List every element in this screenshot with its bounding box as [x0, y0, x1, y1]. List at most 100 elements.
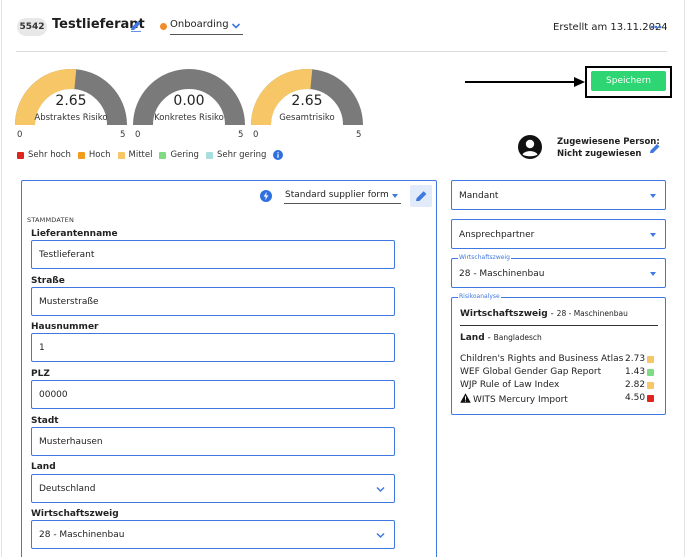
risk-index-name-wrap: WITS Mercury Import — [460, 393, 568, 405]
supplier-name-input[interactable]: Testlieferant — [31, 240, 395, 269]
street-input[interactable]: Musterstraße — [31, 287, 395, 316]
form-template-select[interactable]: Standard supplier form — [284, 188, 401, 204]
risk-index-value: 2.82 — [625, 380, 646, 390]
field-label-country: Land — [31, 462, 56, 472]
industry-select[interactable]: 28 - Maschinenbau — [31, 520, 395, 549]
zip-input[interactable]: 00000 — [31, 380, 395, 409]
lightning-icon[interactable] — [260, 190, 272, 202]
gauge-value: 2.65 — [55, 93, 87, 109]
legend-swatch — [77, 151, 85, 159]
gauge-abstract-risk: 2.65 Abstraktes Risiko — [15, 67, 127, 125]
more-options-icon[interactable] — [650, 24, 662, 30]
save-button[interactable]: Speichern — [591, 71, 666, 91]
city-input[interactable]: Musterhausen — [31, 427, 395, 456]
field-label-name: Lieferantenname — [31, 229, 118, 239]
risk-country-line: Land - Bangladesch — [460, 333, 542, 343]
legend-label: Hoch — [88, 150, 111, 160]
legend-swatch — [117, 151, 125, 159]
industry-value: 28 - Maschinenbau — [459, 269, 545, 279]
field-value: Musterstraße — [39, 297, 99, 307]
gauge-total-risk: 2.65 Gesamtrisiko — [251, 67, 363, 125]
risk-industry-title: Wirtschaftszweig — [460, 309, 548, 319]
assigned-person-title: Zugewiesene Person: — [557, 137, 660, 147]
status-color-dot — [160, 23, 167, 30]
risk-index-row: Children's Rights and Business Atlas 2.7… — [460, 354, 660, 366]
assigned-person-value: Nicht zugewiesen — [557, 149, 642, 159]
risk-industry-detail: 28 - Maschinenbau — [556, 309, 628, 318]
gauge-max: 5 — [356, 130, 362, 140]
gauge-value: 2.65 — [291, 93, 323, 109]
legend-label: Sehr gering — [216, 150, 267, 160]
section-title-stammdaten: STAMMDATEN — [27, 216, 75, 224]
legend-swatch — [205, 151, 213, 159]
field-value: Testlieferant — [39, 250, 95, 260]
form-template-value: Standard supplier form — [285, 190, 389, 200]
risk-analysis-label: Risikoanalyse — [458, 293, 501, 300]
field-value: Deutschland — [39, 484, 96, 494]
info-icon[interactable] — [273, 150, 284, 160]
risk-index-row: WJP Rule of Law Index 2.82 — [460, 380, 660, 392]
industry-sector-select[interactable]: Wirtschaftszweig 28 - Maschinenbau — [451, 254, 666, 288]
status-value: Onboarding — [170, 19, 229, 30]
gauge-label: Abstraktes Risiko — [34, 113, 108, 123]
contact-person-placeholder: Ansprechpartner — [459, 230, 535, 240]
risk-index-name: WEF Global Gender Gap Report — [460, 367, 602, 377]
risk-index-value: 4.50 — [625, 393, 646, 403]
legend-item: Mittel — [117, 150, 153, 160]
gauge-min: 0 — [135, 130, 141, 140]
legend-item: Sehr hoch — [17, 150, 71, 160]
risk-index-value: 2.73 — [625, 354, 646, 364]
gauge-max: 5 — [120, 130, 126, 140]
field-label-city: Stadt — [31, 416, 59, 426]
caret-down-icon — [650, 194, 656, 198]
mandant-placeholder: Mandant — [459, 191, 499, 201]
risk-index-name: WITS Mercury Import — [473, 395, 568, 405]
risk-index-value: 1.43 — [625, 367, 646, 377]
gauge-min: 0 — [17, 130, 23, 140]
risk-index-swatch — [647, 382, 654, 389]
legend-item: Sehr gering — [205, 150, 267, 160]
edit-title-pencil-icon[interactable] — [129, 19, 143, 33]
risk-country-detail: Bangladesch — [493, 333, 542, 342]
user-avatar-icon — [518, 135, 542, 159]
gauge-label: Gesamtrisiko — [279, 113, 335, 123]
risk-industry-line: Wirtschaftszweig - 28 - Maschinenbau — [460, 309, 628, 319]
mandant-select[interactable]: Mandant — [451, 180, 666, 210]
house-number-input[interactable]: 1 — [31, 333, 395, 362]
caret-down-icon — [650, 233, 656, 237]
supplier-id-badge: 5542 — [17, 18, 47, 36]
gauge-max: 5 — [238, 130, 244, 140]
legend-item: Gering — [159, 150, 199, 160]
legend-label: Mittel — [128, 150, 153, 160]
country-select[interactable]: Deutschland — [31, 474, 395, 503]
field-value: 28 - Maschinenbau — [39, 530, 125, 540]
annotation-arrow-icon — [465, 77, 585, 87]
status-select[interactable]: Onboarding — [170, 17, 243, 35]
risk-index-row: WEF Global Gender Gap Report 1.43 — [460, 367, 660, 379]
legend-item: Hoch — [77, 150, 111, 160]
legend-swatch — [159, 151, 167, 159]
legend-label: Gering — [170, 150, 199, 160]
edit-form-button[interactable] — [410, 185, 432, 207]
industry-floating-label: Wirtschaftszweig — [458, 254, 511, 261]
gauge-concrete-risk: 0.00 Konkretes Risiko — [133, 67, 245, 125]
field-value: Musterhausen — [39, 437, 103, 447]
field-label-industry: Wirtschaftszweig — [31, 509, 119, 519]
caret-down-icon — [392, 194, 398, 198]
risk-analysis-box: Risikoanalyse Wirtschaftszweig - 28 - Ma… — [451, 293, 666, 415]
risk-index-swatch — [647, 356, 654, 363]
chevron-down-icon — [376, 532, 385, 539]
gauge-min: 0 — [253, 130, 259, 140]
legend-label: Sehr hoch — [28, 150, 71, 160]
field-value: 1 — [39, 343, 45, 353]
edit-assignee-pencil-icon[interactable] — [648, 142, 662, 156]
risk-legend: Sehr hoch Hoch Mittel Gering Sehr gering — [17, 149, 284, 161]
risk-country-title: Land — [460, 333, 485, 343]
chevron-down-icon — [376, 486, 385, 493]
supplier-detail-page: 5542 Testlieferant Onboarding Erstellt a… — [0, 0, 688, 557]
risk-index-swatch — [647, 369, 654, 376]
contact-person-select[interactable]: Ansprechpartner — [451, 219, 666, 249]
field-label-zip: PLZ — [31, 369, 50, 379]
caret-down-icon — [650, 272, 656, 276]
field-label-street: Straße — [31, 276, 65, 286]
